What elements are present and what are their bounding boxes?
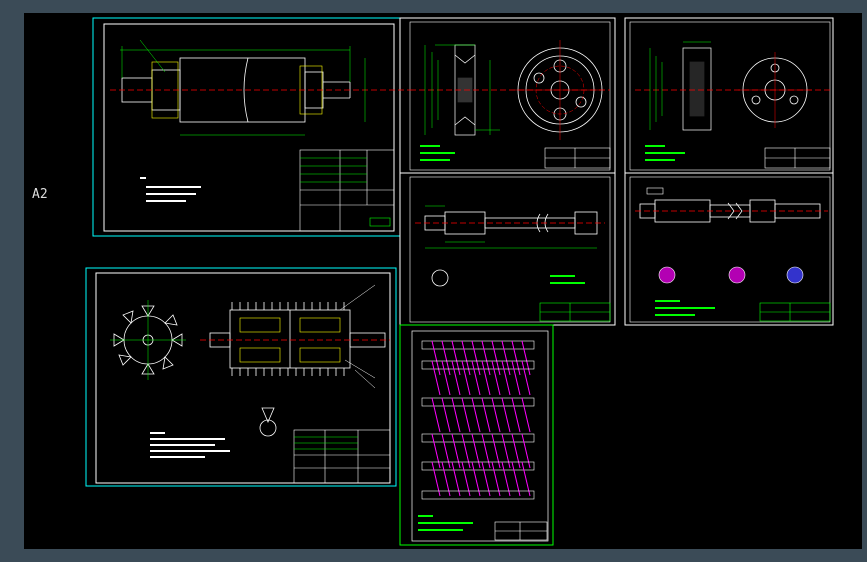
cad-drawing-layout[interactable]: A2 <box>0 0 867 562</box>
sheet-size-label: A2 <box>32 187 48 202</box>
